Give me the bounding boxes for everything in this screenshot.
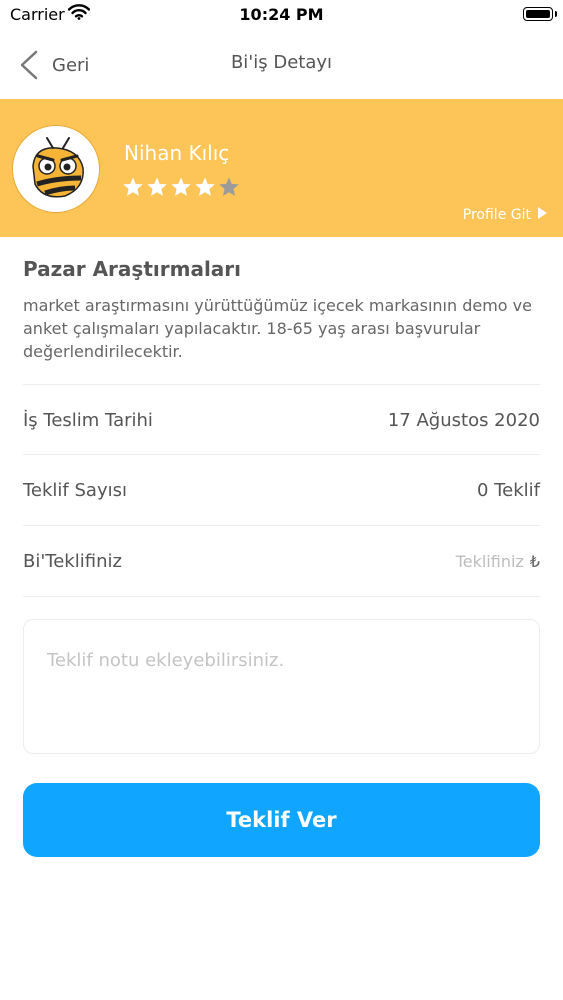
- clock: 10:24 PM: [239, 5, 324, 24]
- star-empty-icon: [219, 177, 239, 196]
- offer-count-row: Teklif Sayısı 0 Teklif: [23, 454, 540, 525]
- star-filled-icon: [147, 177, 167, 196]
- submit-offer-button[interactable]: Teklif Ver: [23, 783, 540, 857]
- rating-stars: [122, 176, 240, 198]
- job-title: Pazar Araştırmaları: [23, 257, 242, 281]
- offer-count-value: 0 Teklif: [477, 479, 540, 501]
- play-arrow-icon: [537, 207, 547, 223]
- avatar[interactable]: [12, 125, 100, 213]
- profile-link[interactable]: Profile Git: [463, 207, 547, 223]
- star-filled-icon: [123, 177, 143, 196]
- delivery-date-label: İş Teslim Tarihi: [23, 409, 153, 431]
- status-bar: Carrier 10:24 PM: [0, 0, 563, 32]
- profile-name: Nihan Kılıç: [124, 141, 230, 165]
- profile-link-label: Profile Git: [462, 207, 531, 223]
- profile-banner: Nihan Kılıç Profile Git: [0, 99, 563, 237]
- offer-note-box: [23, 619, 540, 754]
- delivery-date-row: İş Teslim Tarihi 17 Ağustos 2020: [23, 384, 540, 455]
- delivery-date-value: 17 Ağustos 2020: [387, 409, 540, 431]
- your-offer-label: Bi'Teklifiniz: [23, 550, 122, 572]
- offer-amount-input[interactable]: [403, 551, 524, 571]
- job-description: market araştırmasını yürüttüğümüz içecek…: [23, 296, 532, 361]
- offer-count-label: Teklif Sayısı: [23, 479, 127, 501]
- currency-symbol: ₺: [529, 551, 540, 571]
- page-title: Bi'iş Detayı: [230, 52, 333, 73]
- battery-icon: [523, 7, 557, 21]
- star-filled-icon: [195, 177, 215, 196]
- star-filled-icon: [171, 177, 191, 196]
- your-offer-row: Bi'Teklifiniz ₺: [23, 525, 540, 597]
- bee-mascot-icon: [13, 126, 99, 212]
- offer-note-input[interactable]: [24, 620, 539, 753]
- navigation-bar: Geri Bi'iş Detayı: [0, 32, 563, 98]
- your-offer-field: ₺: [403, 551, 540, 571]
